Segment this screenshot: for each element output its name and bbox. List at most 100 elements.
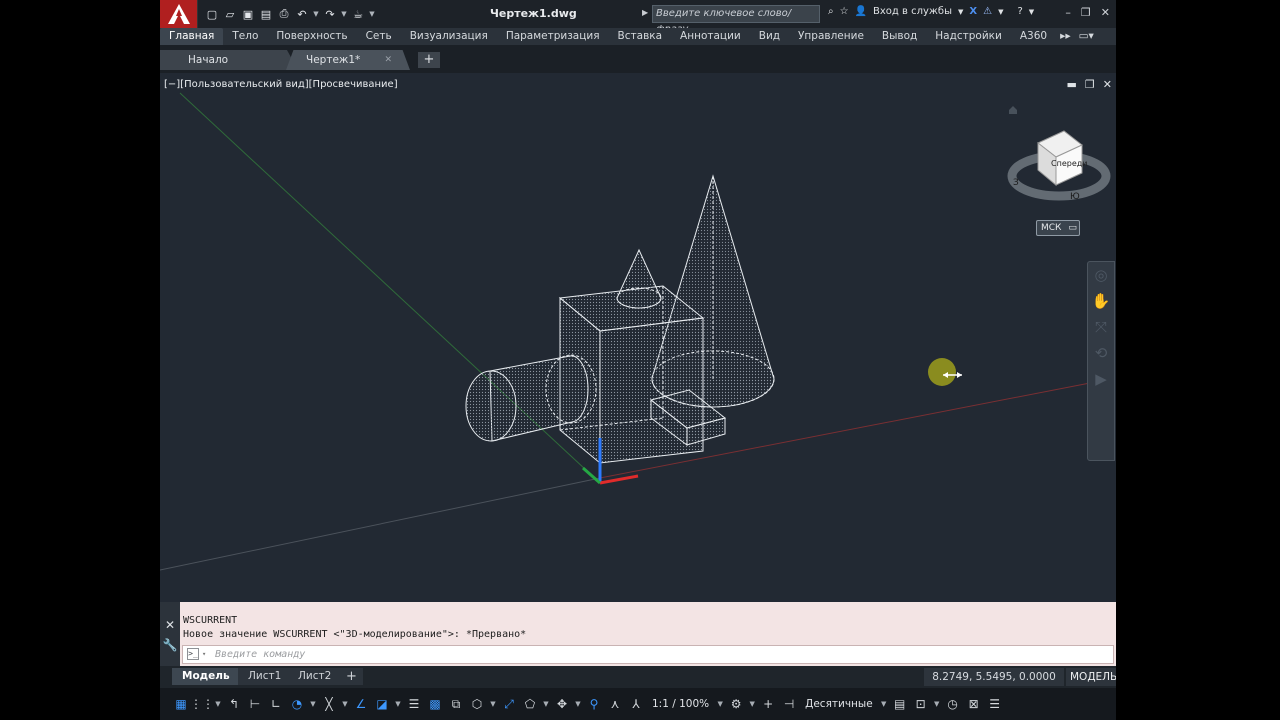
showmotion-icon[interactable]: ▶ <box>1088 366 1114 392</box>
clean-screen-icon[interactable]: ⊠ <box>965 694 983 714</box>
quick-properties-icon[interactable]: ▤ <box>891 694 909 714</box>
steering-wheel-icon[interactable]: ◎ <box>1088 262 1114 288</box>
3d-osnap-dropdown-icon[interactable]: ▼ <box>489 700 497 708</box>
lock-ui-icon[interactable]: ⊡ <box>912 694 930 714</box>
lineweight-icon[interactable]: ☰ <box>405 694 423 714</box>
ribbon-tab-parametric[interactable]: Параметризация <box>497 28 609 45</box>
auto-scale-icon[interactable]: ⋏ <box>606 694 624 714</box>
new-tab-button[interactable]: + <box>418 52 440 68</box>
print-icon[interactable]: ⎙ <box>276 6 292 22</box>
new-file-icon[interactable]: ▢ <box>204 6 220 22</box>
exchange-icon[interactable]: X <box>969 6 977 17</box>
ribbon-tab-visualize[interactable]: Визуализация <box>401 28 497 45</box>
application-menu-button[interactable] <box>160 0 198 28</box>
annotation-scale-value[interactable]: 1:1 / 100% <box>648 698 713 710</box>
star-icon[interactable]: ☆ <box>840 6 849 17</box>
pan-icon[interactable]: ✋ <box>1088 288 1114 314</box>
layout-tab-sheet1[interactable]: Лист1 <box>238 668 292 685</box>
file-tab-start[interactable]: Начало <box>160 50 298 70</box>
coordinates-readout[interactable]: 8.2749, 5.5495, 0.0000 <box>924 668 1064 686</box>
model-space-toggle[interactable]: МОДЕЛЬ <box>1066 668 1116 686</box>
ribbon-more-icon[interactable]: ▸▸ <box>1056 28 1075 45</box>
command-input[interactable]: >_ ▾ Введите команду <box>182 645 1114 664</box>
layout-tab-sheet2[interactable]: Лист2 <box>288 668 342 685</box>
new-layout-button[interactable]: + <box>340 668 363 685</box>
workspace-icon[interactable]: ☕ <box>350 6 366 22</box>
undo-icon[interactable]: ↶ <box>294 6 310 22</box>
polar-dropdown-icon[interactable]: ▼ <box>309 700 317 708</box>
open-file-icon[interactable]: ▱ <box>222 6 238 22</box>
isolate-icon[interactable]: ⊣ <box>780 694 798 714</box>
redo-dropdown-icon[interactable]: ▼ <box>340 10 348 18</box>
ribbon-tab-a360[interactable]: A360 <box>1011 28 1056 45</box>
binoculars-icon[interactable]: ⌕ <box>828 6 834 17</box>
search-input[interactable]: Введите ключевое слово/фразу <box>652 5 820 35</box>
ribbon-tab-surface[interactable]: Поверхность <box>267 28 356 45</box>
ucs-menu-button[interactable]: МСК ▭ <box>1036 220 1080 236</box>
ribbon-tab-insert[interactable]: Вставка <box>609 28 672 45</box>
search-expand-icon[interactable]: ▶ <box>642 8 648 17</box>
gizmo-icon[interactable]: ✥ <box>553 694 571 714</box>
snap-icon[interactable]: ⋮⋮ <box>190 694 214 714</box>
viewcube[interactable]: Спереди З Ю <box>1007 106 1111 202</box>
customize-command-icon[interactable]: 🔧 <box>160 635 180 655</box>
filter-dropdown-icon[interactable]: ▼ <box>542 700 550 708</box>
ribbon-minimize-icon[interactable]: ▭▾ <box>1075 28 1098 45</box>
file-tab-drawing[interactable]: Чертеж1* ✕ <box>286 50 410 70</box>
zoom-icon[interactable]: ⤧ <box>1088 314 1114 340</box>
viewport-controls-label[interactable]: [−][Пользовательский вид][Просвечивание] <box>164 79 398 90</box>
viewport-close-icon[interactable]: ✕ <box>1103 78 1112 91</box>
ribbon-tab-solid[interactable]: Тело <box>223 28 267 45</box>
gizmo-dropdown-icon[interactable]: ▼ <box>574 700 582 708</box>
save-icon[interactable]: ▣ <box>240 6 256 22</box>
workspace-gear-icon[interactable]: ⚙ <box>727 694 745 714</box>
selection-cycling-icon[interactable]: ⧉ <box>447 694 465 714</box>
polar-tracking-icon[interactable]: ◔ <box>288 694 306 714</box>
ribbon-tab-manage[interactable]: Управление <box>789 28 873 45</box>
dynamic-input-icon[interactable]: ⊢ <box>246 694 264 714</box>
signin-label[interactable]: Вход в службы <box>873 6 952 17</box>
scale-dropdown-icon[interactable]: ▼ <box>716 700 724 708</box>
ribbon-tab-annotate[interactable]: Аннотации <box>671 28 750 45</box>
redo-icon[interactable]: ↷ <box>322 6 338 22</box>
isodraft-dropdown-icon[interactable]: ▼ <box>341 700 349 708</box>
lock-dropdown-icon[interactable]: ▼ <box>933 700 941 708</box>
viewport-minimize-icon[interactable]: ▬ <box>1067 78 1077 91</box>
dynamic-ucs-icon[interactable]: ⤢ <box>500 694 518 714</box>
layout-tab-model[interactable]: Модель <box>172 668 240 685</box>
close-command-icon[interactable]: ✕ <box>160 615 180 635</box>
selection-filter-icon[interactable]: ⬠ <box>521 694 539 714</box>
save-as-icon[interactable]: ▤ <box>258 6 274 22</box>
user-icon[interactable]: 👤 <box>855 6 867 17</box>
grid-icon[interactable]: ▦ <box>172 694 190 714</box>
minimize-icon[interactable]: – <box>1065 6 1071 19</box>
units-value[interactable]: Десятичные <box>801 698 877 710</box>
ortho-icon[interactable]: ∟ <box>267 694 285 714</box>
customize-icon[interactable]: ☰ <box>986 694 1004 714</box>
undo-dropdown-icon[interactable]: ▼ <box>312 10 320 18</box>
command-prompt-icon[interactable]: >_ <box>187 648 199 660</box>
ribbon-tab-mesh[interactable]: Сеть <box>357 28 401 45</box>
isodraft-icon[interactable]: ╳ <box>320 694 338 714</box>
snap-dropdown-icon[interactable]: ▼ <box>214 700 222 708</box>
annotation-visibility-icon[interactable]: ⚲ <box>585 694 603 714</box>
help-icon[interactable]: ? <box>1017 6 1022 17</box>
connect-dropdown-icon[interactable]: ▼ <box>998 8 1003 16</box>
infer-constraints-icon[interactable]: ↰ <box>225 694 243 714</box>
annotation-scale-icon[interactable]: ⅄ <box>627 694 645 714</box>
object-snap-tracking-icon[interactable]: ∠ <box>352 694 370 714</box>
workspace-dropdown-icon[interactable]: ▼ <box>748 700 756 708</box>
stay-connected-icon[interactable]: ⚠ <box>983 6 992 17</box>
orbit-icon[interactable]: ⟲ <box>1088 340 1114 366</box>
ribbon-tab-home[interactable]: Главная <box>160 28 224 45</box>
restore-icon[interactable]: ❐ <box>1081 6 1091 19</box>
close-tab-icon[interactable]: ✕ <box>384 50 392 70</box>
add-icon[interactable]: + <box>759 694 777 714</box>
3d-osnap-icon[interactable]: ⬡ <box>468 694 486 714</box>
ribbon-tab-output[interactable]: Вывод <box>873 28 926 45</box>
signin-dropdown-icon[interactable]: ▼ <box>958 8 963 16</box>
osnap-dropdown-icon[interactable]: ▼ <box>394 700 402 708</box>
object-snap-icon[interactable]: ◪ <box>373 694 391 714</box>
units-dropdown-icon[interactable]: ▼ <box>880 700 888 708</box>
transparency-icon[interactable]: ▩ <box>426 694 444 714</box>
